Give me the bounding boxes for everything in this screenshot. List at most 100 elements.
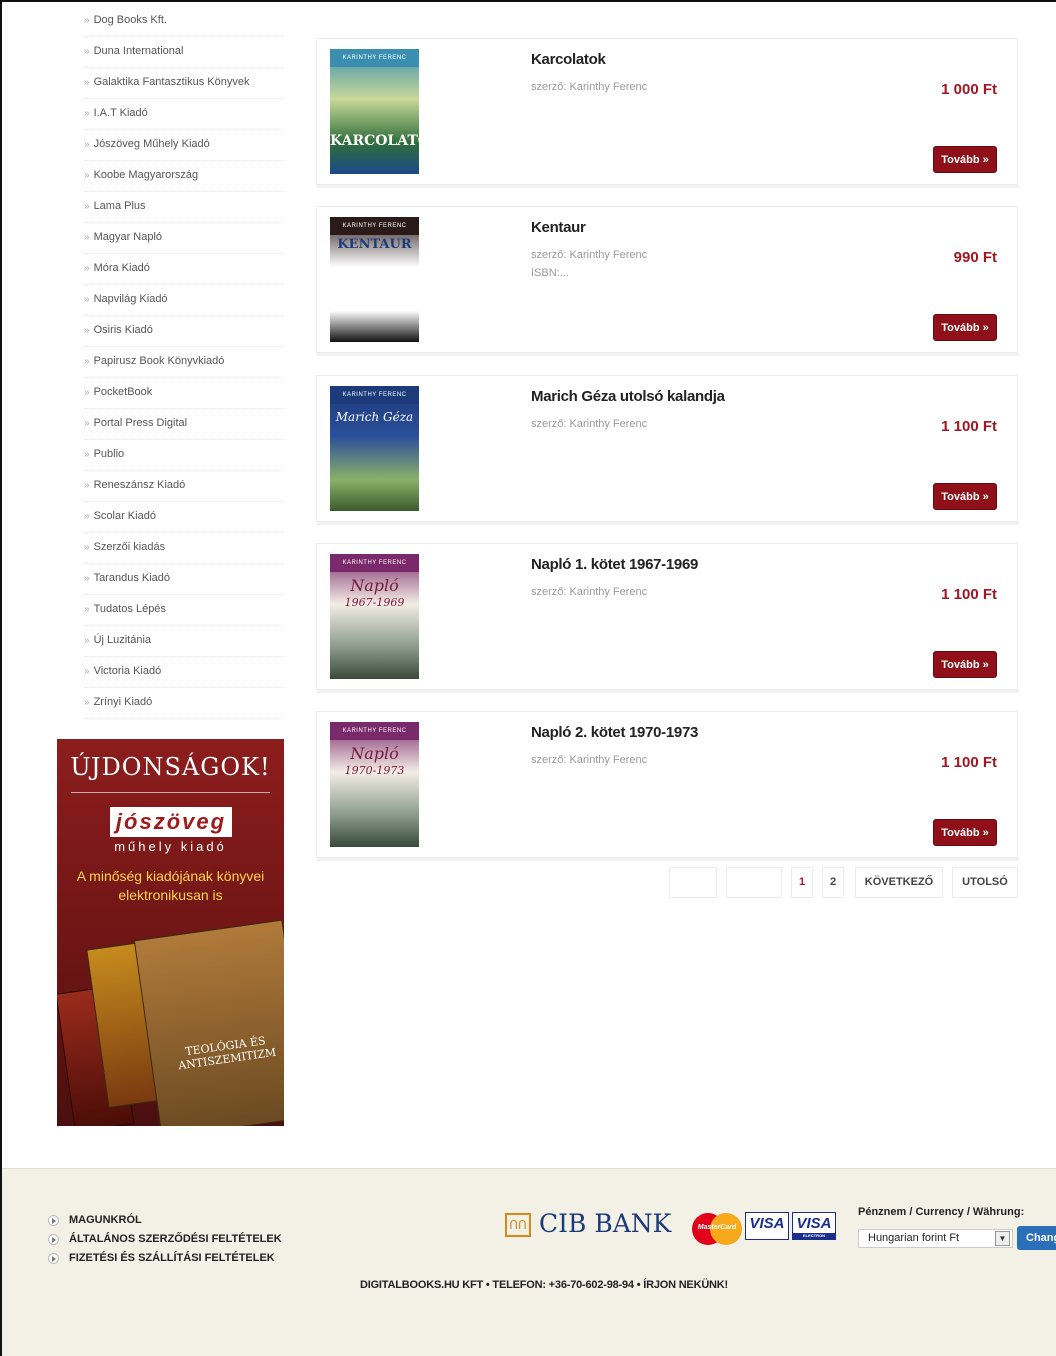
sidebar-publisher-item[interactable]: » Jószöveg Műhely Kiadó [84, 130, 284, 161]
product-isbn: ISBN:... [531, 267, 569, 279]
footer-link-about[interactable]: MAGUNKRÓL [48, 1211, 282, 1230]
sidebar-publisher-label: Victoria Kiadó [93, 665, 162, 677]
sidebar-publisher-label: Móra Kiadó [93, 262, 150, 274]
sidebar-publisher-label: Zrínyi Kiadó [93, 696, 153, 708]
product-title[interactable]: Marich Géza utolsó kalandja [531, 388, 725, 405]
sidebar-publisher-item[interactable]: » Victoria Kiadó [84, 657, 284, 688]
sidebar-publisher-item[interactable]: » Magyar Napló [84, 223, 284, 254]
footer-link-shipping[interactable]: FIZETÉSI ÉS SZÁLLÍTÁSI FELTÉTELEK [48, 1249, 282, 1268]
pagination-page-2[interactable]: 2 [822, 867, 844, 898]
sidebar-publisher-item[interactable]: » Duna International [84, 37, 284, 68]
book-cover-image[interactable]: KARINTHY FERENC Napló 1970-1973 [330, 722, 419, 847]
more-button[interactable]: Tovább » [933, 146, 997, 173]
product-author: szerző: Karinthy Ferenc [531, 418, 648, 430]
chevron-down-icon[interactable]: ▼ [995, 1231, 1010, 1246]
double-chevron-right-icon: » [84, 263, 90, 274]
book-cover-image[interactable]: KARINTHY FERENC Marich Géza [330, 386, 419, 511]
sidebar-publisher-item[interactable]: » Móra Kiadó [84, 254, 284, 285]
double-chevron-right-icon: » [84, 604, 90, 615]
publisher-list: » Dog Books Kft.» Duna International» Galak… [84, 6, 284, 719]
pagination-last-button[interactable]: UTOLSÓ [952, 867, 1018, 898]
sidebar-publisher-item[interactable]: » Koobe Magyarország [84, 161, 284, 192]
book-cover-author: KARINTHY FERENC [330, 554, 419, 572]
product-card: KARINTHY FERENC Marich Géza Marich Géza ut… [316, 375, 1019, 525]
more-button[interactable]: Tovább » [933, 651, 997, 678]
banner-logo-subtitle: műhely kiadó [114, 839, 227, 854]
double-chevron-right-icon: » [84, 325, 90, 336]
book-cover-image[interactable]: KARINTHY FERENC Napló 1967-1969 [330, 554, 419, 679]
book-cover-author: KARINTHY FERENC [330, 217, 419, 235]
sidebar-publisher-item[interactable]: » I.A.T Kiadó [84, 99, 284, 130]
product-price: 1 000 Ft [941, 81, 997, 98]
double-chevron-right-icon: » [84, 666, 90, 677]
double-chevron-right-icon: » [84, 480, 90, 491]
card-shadow [317, 522, 1019, 525]
sidebar-publisher-label: Napvilág Kiadó [93, 293, 168, 305]
book-cover-author: KARINTHY FERENC [330, 49, 419, 67]
sidebar-publisher-item[interactable]: » Reneszánsz Kiadó [84, 471, 284, 502]
sidebar-publisher-label: PocketBook [93, 386, 153, 398]
product-author: szerző: Karinthy Ferenc [531, 81, 648, 93]
product-author: szerző: Karinthy Ferenc [531, 586, 648, 598]
more-button[interactable]: Tovább » [933, 314, 997, 341]
currency-select[interactable]: Hungarian forint Ft ▼ [858, 1229, 1013, 1248]
sidebar-publisher-item[interactable]: » Tudatos Lépés [84, 595, 284, 626]
footer-link-terms[interactable]: ÁLTALÁNOS SZERZŐDÉSI FELTÉTELEK [48, 1230, 282, 1249]
sidebar-publisher-label: I.A.T Kiadó [93, 107, 148, 119]
sidebar-publisher-item[interactable]: » PocketBook [84, 378, 284, 409]
more-button[interactable]: Tovább » [933, 483, 997, 510]
sidebar-publisher-label: Galaktika Fantasztikus Könyvek [93, 76, 250, 88]
sidebar-publisher-item[interactable]: » Galaktika Fantasztikus Könyvek [84, 68, 284, 99]
sidebar-publisher-label: Duna International [93, 45, 184, 57]
banner-logo: jószöveg [110, 807, 232, 837]
double-chevron-right-icon: » [84, 170, 90, 181]
sidebar-publisher-label: Tarandus Kiadó [93, 572, 171, 584]
sidebar-publisher-label: Portal Press Digital [93, 417, 188, 429]
banner-divider [71, 792, 270, 793]
sidebar-publisher-item[interactable]: » Scolar Kiadó [84, 502, 284, 533]
book-cover-title: KENTAUR [337, 237, 412, 252]
book-cover-title: Marich Géza [335, 410, 414, 424]
sidebar-publisher-item[interactable]: » Napvilág Kiadó [84, 285, 284, 316]
book-cover-image[interactable]: KARINTHY FERENC KARCOLATOK [330, 49, 419, 174]
product-title[interactable]: Karcolatok [531, 51, 606, 68]
sidebar-publisher-item[interactable]: » Papirusz Book Könyvkiadó [84, 347, 284, 378]
double-chevron-right-icon: » [84, 511, 90, 522]
pagination-first-button[interactable] [669, 867, 717, 898]
sidebar-publisher-item[interactable]: » Publio [84, 440, 284, 471]
cib-logo-icon: ᑎᑎ [505, 1213, 531, 1237]
sidebar-publisher-label: Szerzői kiadás [93, 541, 166, 553]
pagination-page-1[interactable]: 1 [791, 867, 813, 898]
book-cover-image[interactable]: KARINTHY FERENC KENTAUR [330, 217, 419, 342]
sidebar-publisher-label: Scolar Kiadó [93, 510, 156, 522]
sidebar-publisher-item[interactable]: » Dog Books Kft. [84, 6, 284, 37]
sidebar-publisher-item[interactable]: » Tarandus Kiadó [84, 564, 284, 595]
sidebar-publisher-item[interactable]: » Portal Press Digital [84, 409, 284, 440]
bullet-icon [48, 1233, 59, 1245]
visa-logo: VISA [745, 1212, 789, 1240]
visa-electron-label: ELECTRON [793, 1233, 835, 1239]
sidebar-publisher-label: Publio [93, 448, 125, 460]
sidebar-publisher-item[interactable]: » Zrínyi Kiadó [84, 688, 284, 719]
sidebar-publisher-item[interactable]: » Lama Plus [84, 192, 284, 223]
sidebar-publisher-item[interactable]: » Új Luzitánia [84, 626, 284, 657]
sidebar-publisher-item[interactable]: » Szerzői kiadás [84, 533, 284, 564]
change-currency-button[interactable]: Change [1017, 1226, 1056, 1250]
product-author: szerző: Karinthy Ferenc [531, 754, 648, 766]
footer: MAGUNKRÓL ÁLTALÁNOS SZERZŐDÉSI FELTÉTELE… [2, 1168, 1056, 1356]
double-chevron-right-icon: » [84, 635, 90, 646]
sidebar-publisher-label: Jószöveg Műhely Kiadó [93, 138, 210, 150]
double-chevron-right-icon: » [84, 573, 90, 584]
sidebar-publisher-item[interactable]: » Osiris Kiadó [84, 316, 284, 347]
promo-banner[interactable]: ÚJDONSÁGOK! jószöveg műhely kiadó A minő… [57, 739, 284, 1126]
product-title[interactable]: Kentaur [531, 219, 586, 236]
product-card: KARINTHY FERENC KARCOLATOK Karcolatok szerz… [316, 38, 1019, 188]
product-title[interactable]: Napló 2. kötet 1970-1973 [531, 724, 698, 741]
pagination-prev-button[interactable] [726, 867, 782, 898]
banner-book-title: TEOLÓGIA ÉS ANTISZEMITIZM [177, 1034, 277, 1073]
product-title[interactable]: Napló 1. kötet 1967-1969 [531, 556, 698, 573]
double-chevron-right-icon: » [84, 542, 90, 553]
more-button[interactable]: Tovább » [933, 819, 997, 846]
double-chevron-right-icon: » [84, 201, 90, 212]
pagination-next-button[interactable]: KÖVETKEZŐ [855, 867, 943, 898]
